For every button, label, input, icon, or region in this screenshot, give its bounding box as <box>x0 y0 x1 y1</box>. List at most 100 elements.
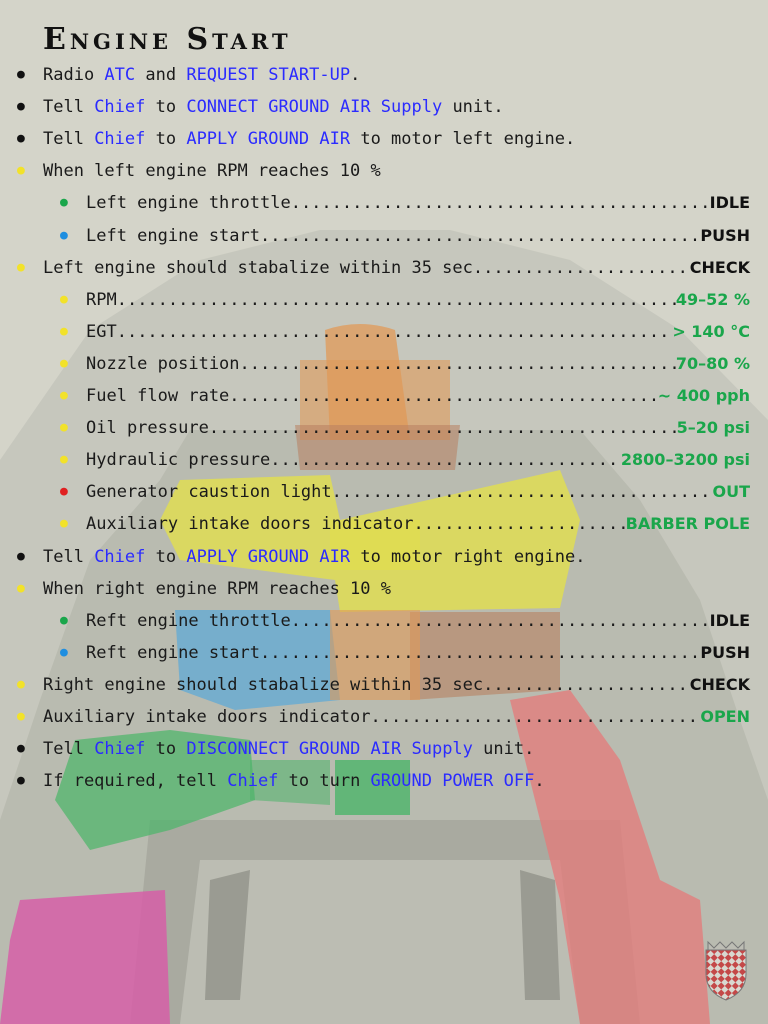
dot-leader: ........................................… <box>239 353 676 374</box>
dot-leader: ........................................… <box>260 642 701 663</box>
item-text: Hydraulic pressure......................… <box>86 447 750 473</box>
dot-leader: ........................................… <box>229 386 657 406</box>
bullet-red-icon: ● <box>60 484 68 500</box>
bullet-yellow-icon: ● <box>17 163 25 179</box>
item-text: Radio ATC and REQUEST START-UP. <box>43 62 360 88</box>
bullet-green-icon: ● <box>60 195 68 211</box>
bullet-yellow-icon: ● <box>60 420 68 436</box>
bullet-cyan-icon: ● <box>60 227 68 243</box>
checklist-item: ● Right engine should stabalize within 35… <box>0 672 768 698</box>
text-segment: When left engine RPM reaches 10 % <box>43 161 381 182</box>
item-value: OUT <box>712 482 750 502</box>
text-segment: Tell <box>43 739 95 760</box>
dot-leader: ........................................… <box>290 193 710 214</box>
item-label: Reft engine throttle <box>86 610 291 631</box>
dot-leader: ........................................… <box>290 610 710 631</box>
text-segment: If required, tell <box>43 771 228 792</box>
bullet-yellow-icon: ● <box>60 452 68 468</box>
item-label: RPM <box>86 289 117 310</box>
text-segment: to <box>145 129 187 150</box>
bullet-yellow-icon: ● <box>60 388 68 403</box>
item-value: CHECK <box>689 674 750 694</box>
item-label: Hydraulic pressure <box>86 450 271 471</box>
highlighted-term: DISCONNECT GROUND AIR Supply <box>186 739 473 760</box>
item-value: 49–52 % <box>675 289 750 309</box>
dot-leader: ........................................… <box>116 321 673 342</box>
item-text: Reft engine throttle....................… <box>86 608 750 634</box>
highlighted-term: GROUND POWER OFF <box>370 771 535 792</box>
item-label: Left engine throttle <box>86 193 291 214</box>
text-segment: . <box>350 65 361 85</box>
item-label: Left engine start <box>86 225 260 246</box>
dot-leader: ........................................… <box>483 674 690 695</box>
item-text: RPM.....................................… <box>86 287 750 313</box>
item-text: Right engine should stabalize within 35 … <box>43 672 750 698</box>
checklist-item: ● When right engine RPM reaches 10 % <box>0 576 768 602</box>
item-label: Auxiliary intake doors indicator <box>86 514 414 535</box>
item-text: Oil pressure............................… <box>86 415 750 441</box>
checklist-item: ● When left engine RPM reaches 10 % <box>0 158 768 184</box>
dot-leader: ........................................… <box>331 482 713 503</box>
text-segment: to <box>145 546 187 567</box>
checklist-item: ● Left engine throttle...................… <box>0 190 768 216</box>
item-value: PUSH <box>700 642 750 662</box>
dot-leader: ........................................… <box>472 257 690 278</box>
highlighted-term: CONNECT GROUND AIR Supply <box>186 97 443 118</box>
text-segment: to motor right engine. <box>350 546 586 567</box>
checklist-item: ● Left engine should stabalize within 35 … <box>0 255 768 281</box>
item-value: > 140 °C <box>672 321 750 341</box>
checklist-item: ● Tell Chief to DISCONNECT GROUND AIR Sup… <box>0 736 768 762</box>
bullet-yellow-icon: ● <box>60 355 68 371</box>
dot-leader: ........................................… <box>370 707 701 727</box>
checklist-item: ● Tell Chief to CONNECT GROUND AIR Supply… <box>0 94 768 120</box>
item-text: Left engine throttle....................… <box>86 190 750 216</box>
text-segment: to motor left engine. <box>350 129 576 150</box>
text-segment: to <box>145 739 187 760</box>
text-segment: Tell <box>43 129 95 150</box>
bullet-black-icon: ● <box>17 773 25 789</box>
bullet-black-icon: ● <box>17 548 25 564</box>
bullet-black-icon: ● <box>17 131 25 147</box>
checklist-item: ● Auxiliary intake doors indicator.......… <box>0 704 768 730</box>
text-segment: Tell <box>43 97 95 118</box>
bullet-black-icon: ● <box>17 67 25 82</box>
item-label: EGT <box>86 321 117 342</box>
item-value: ~ 400 pph <box>657 386 750 405</box>
item-value: 5–20 psi <box>676 418 750 438</box>
item-text: Generator caustion light................… <box>86 479 750 505</box>
checklist-item: ● RPM....................................… <box>0 287 768 313</box>
highlighted-term: APPLY GROUND AIR <box>186 546 351 567</box>
page-title: Engine Start <box>43 22 292 57</box>
item-value: IDLE <box>709 193 750 213</box>
item-value: OPEN <box>700 707 750 726</box>
bullet-yellow-icon: ● <box>60 291 68 307</box>
checklist-item: ● Tell Chief to APPLY GROUND AIR to motor… <box>0 544 768 570</box>
bullet-cyan-icon: ● <box>60 644 68 660</box>
item-value: PUSH <box>700 225 750 245</box>
item-text: Left engine should stabalize within 35 s… <box>43 255 750 281</box>
item-value: IDLE <box>709 610 750 630</box>
bullet-yellow-icon: ● <box>60 516 68 532</box>
text-segment: to turn <box>278 771 371 792</box>
bullet-yellow-icon: ● <box>60 323 68 339</box>
item-label: Oil pressure <box>86 418 209 439</box>
text-segment: When right engine RPM reaches 10 % <box>43 578 391 599</box>
bullet-green-icon: ● <box>60 612 68 628</box>
checklist-item: ● Radio ATC and REQUEST START-UP. <box>0 62 768 88</box>
text-segment: unit. <box>442 97 504 118</box>
item-text: Tell Chief to APPLY GROUND AIR to motor … <box>43 126 575 152</box>
highlighted-term: Chief <box>94 129 146 150</box>
item-text: EGT.....................................… <box>86 319 750 345</box>
item-value: 2800–3200 psi <box>620 450 750 470</box>
text-segment: unit. <box>472 739 535 760</box>
checklist-page: Engine Start ● Radio ATC and REQUEST STAR… <box>0 0 768 1024</box>
item-text: Tell Chief to APPLY GROUND AIR to motor … <box>43 544 586 570</box>
item-label: Fuel flow rate <box>86 386 230 406</box>
checklist-item: ● Auxiliary intake doors indicator.......… <box>0 511 768 537</box>
highlighted-term: Chief <box>94 97 146 118</box>
bullet-black-icon: ● <box>17 99 25 115</box>
bullet-yellow-icon: ● <box>17 709 25 724</box>
item-text: Tell Chief to CONNECT GROUND AIR Supply … <box>43 94 504 120</box>
checkered-shield-crest-icon <box>705 940 747 1001</box>
item-text: Fuel flow rate..........................… <box>86 383 750 409</box>
